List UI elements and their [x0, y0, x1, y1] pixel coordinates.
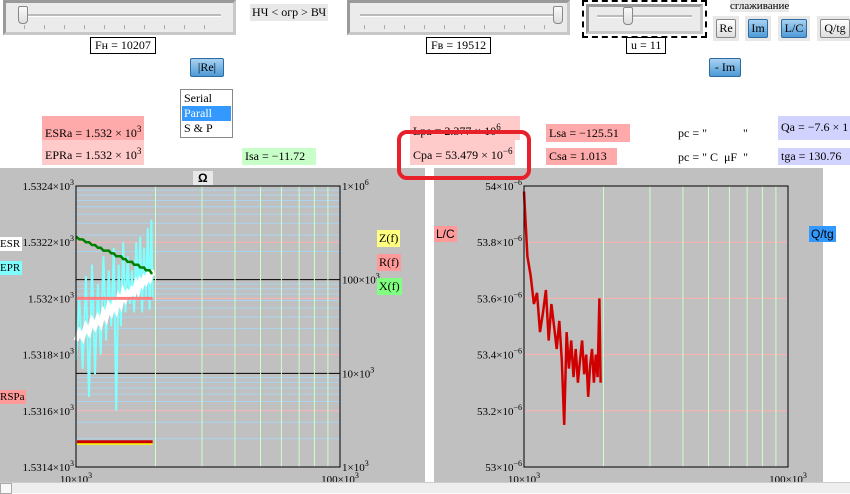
mode-option-s-and-p[interactable]: S & P: [182, 121, 231, 136]
u-slider-thumb[interactable]: [623, 7, 633, 25]
fn-slider[interactable]: [3, 0, 236, 35]
y-tick-label: 1.5316×103: [23, 403, 74, 418]
y-tick-label: 53.8×10−6: [477, 234, 522, 249]
u-slider-frame: [582, 0, 707, 38]
esra-text: ESRa = 1.532 × 10: [45, 126, 137, 140]
x-legend[interactable]: X(f): [377, 278, 402, 295]
y2-tick-label: 10×103: [342, 365, 374, 380]
u-value: u = 11: [626, 37, 667, 54]
y2-tick-label: 100×103: [342, 272, 380, 287]
pc-line-2: pc = " C μF ": [678, 150, 749, 164]
lc-label: L/C: [434, 226, 457, 242]
y-tick-label: 1.532×103: [28, 290, 74, 305]
capacitance-plot[interactable]: 54×10−6 53.8×10−6 53.6×10−6 53.4×10−6 53.2×1…: [434, 168, 823, 482]
fv-slider-thumb[interactable]: [553, 6, 563, 24]
esra-result: ESRa = 1.532 × 103: [42, 116, 145, 140]
y-tick-label: 53.6×10−6: [477, 290, 522, 305]
horizontal-scrollbar[interactable]: [0, 482, 850, 494]
esra-exp: 3: [136, 124, 142, 134]
epra-text: EPRa = 1.532 × 10: [45, 148, 137, 162]
r-legend[interactable]: R(f): [377, 254, 401, 271]
lsa-result: Lsa = −125.51: [546, 124, 630, 142]
rspa-label: RSPa: [0, 390, 27, 404]
z-legend[interactable]: Z(f): [377, 230, 401, 247]
pc-line-1: pc = " ": [678, 126, 748, 140]
abs-re-button[interactable]: |Re|: [190, 58, 224, 77]
mode-option-serial[interactable]: Serial: [182, 91, 231, 106]
tga-result: tga = 130.76: [778, 148, 850, 165]
epra-exp: 3: [136, 146, 142, 156]
fv-value: Fв = 19512: [426, 37, 492, 54]
x-tick-label: 100×103: [769, 471, 807, 482]
epr-label: EPR: [0, 261, 23, 275]
mode-listbox[interactable]: Serial Parall S & P: [180, 89, 233, 138]
qtg-label: Q/tg: [809, 226, 836, 242]
minus-im-button[interactable]: - Im: [709, 58, 741, 77]
y-tick-label: 1.5314×103: [23, 459, 74, 474]
impedance-plot[interactable]: 1×106100×10310×1031×1031.5324×1031.5322×…: [0, 168, 425, 482]
fn-value: Fн = 10207: [90, 37, 156, 54]
mode-option-parall[interactable]: Parall: [182, 106, 231, 121]
impedance-chart: Ω 1×106 100×103 10×103 1×103 1.5324×103 1.532…: [0, 168, 425, 482]
y-tick-label: 1.5324×103: [23, 178, 74, 193]
y-tick-label: 53.4×10−6: [477, 347, 522, 362]
u-slider[interactable]: [586, 4, 703, 34]
esr-label: ESR: [0, 237, 23, 251]
highlight-annotation: [397, 130, 531, 180]
fn-slider-thumb[interactable]: [18, 6, 28, 24]
qa-result: Qa = −7.6 × 1: [778, 116, 850, 140]
y-tick-label: 1.5318×103: [23, 347, 74, 362]
capacitance-chart: 54×10−6 53.8×10−6 53.6×10−6 53.4×10−6 53.2×1…: [434, 168, 823, 482]
y-tick-label: 53×10−6: [485, 459, 522, 474]
toggle-im[interactable]: Im: [748, 19, 768, 38]
epra-result: EPRa = 1.532 × 103: [42, 140, 145, 165]
y-tick-label: 1.5322×103: [23, 234, 74, 249]
scrollbar-thumb[interactable]: [0, 483, 12, 494]
y-tick-label: 53.2×10−6: [477, 403, 522, 418]
toggle-lc[interactable]: L/C: [781, 19, 807, 38]
smoothing-label: сглаживание: [730, 0, 790, 12]
toggle-qtg[interactable]: Q/tg: [820, 19, 850, 38]
isa-result: Isa = −11.72: [242, 148, 316, 165]
csa-result: Csa = 1.013: [546, 148, 617, 165]
y-tick-label: 54×10−6: [485, 178, 522, 193]
y2-tick-label: 1×106: [342, 178, 369, 193]
fv-slider[interactable]: [347, 0, 570, 35]
range-label: НЧ < огр > ВЧ: [250, 4, 329, 21]
toggle-re[interactable]: Re: [716, 19, 736, 38]
